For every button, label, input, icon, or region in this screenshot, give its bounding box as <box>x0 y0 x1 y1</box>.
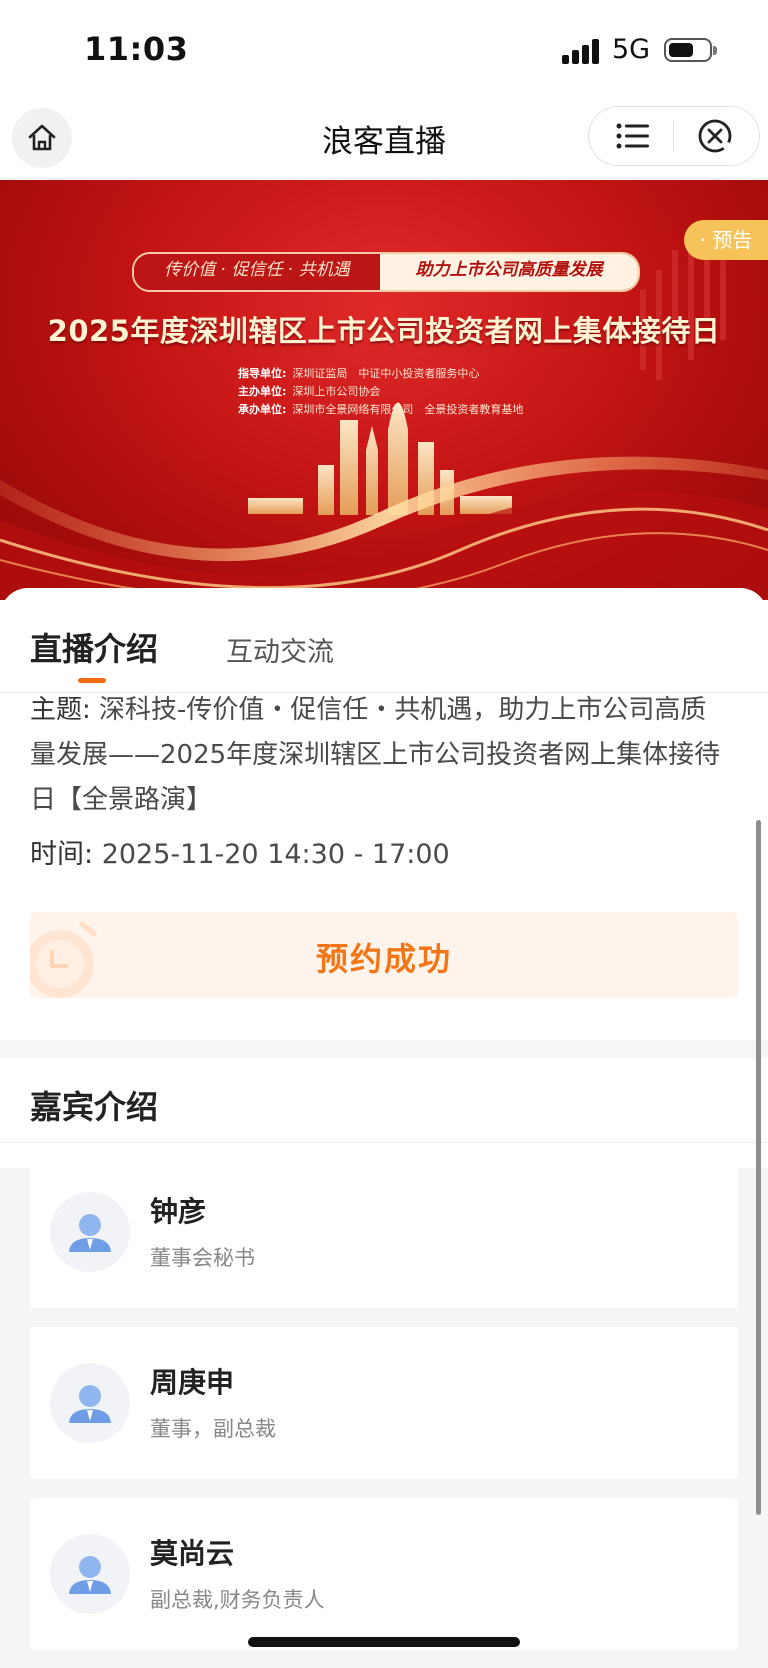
avatar <box>50 1192 130 1272</box>
home-indicator[interactable] <box>248 1637 520 1647</box>
avatar <box>50 1363 130 1443</box>
tab-interaction[interactable]: 互动交流 <box>226 630 334 669</box>
close-circle-icon <box>698 119 732 153</box>
guest-card[interactable]: 莫尚云 副总裁,财务负责人 <box>30 1498 738 1650</box>
active-tab-indicator <box>78 678 106 683</box>
signal-icon <box>562 38 602 64</box>
status-bar: 11:03 5G <box>0 0 768 100</box>
time-label: 时间: <box>30 839 94 870</box>
mini-program-capsule <box>588 106 760 166</box>
battery-icon <box>664 38 712 62</box>
event-time: 时间: 2025-11-20 14:30 - 17:00 <box>30 832 450 871</box>
guest-name: 莫尚云 <box>150 1537 235 1570</box>
list-menu-icon <box>616 123 649 149</box>
person-icon <box>69 1556 111 1594</box>
slogan-left: 传价值 · 促信任 · 共机遇 <box>134 254 380 290</box>
nav-bar: 浪客直播 <box>0 100 768 179</box>
guest-name: 周庚申 <box>150 1366 235 1399</box>
reservation-status-label: 预约成功 <box>315 940 452 978</box>
org-line-host: 主办单位: 深圳上市公司协会 <box>238 385 381 398</box>
person-icon <box>69 1214 111 1252</box>
person-icon <box>69 1385 111 1423</box>
tab-live-intro[interactable]: 直播介绍 <box>30 624 158 670</box>
org-line-organizer: 承办单位: 深圳市全景网络有限公司 全景投资者教育基地 <box>238 403 524 416</box>
content-card: 直播介绍 互动交流 主题: 深科技-传价值・促信任・共机遇，助力上市公司高质量发… <box>0 588 768 1668</box>
scrollbar[interactable] <box>756 820 761 1515</box>
org-line-guide: 指导单位: 深圳证监局 中证中小投资者服务中心 <box>238 367 480 380</box>
organizer-info: 指导单位: 深圳证监局 中证中小投资者服务中心 主办单位: 深圳上市公司协会 承办单… <box>238 365 523 419</box>
guest-list: 钟彦 董事会秘书 周庚申 董事，副总裁 莫尚云 副总裁,财务负责人 <box>0 1156 768 1668</box>
close-button[interactable] <box>697 118 733 154</box>
guest-section-title: 嘉宾介绍 <box>30 1088 159 1126</box>
banner-headline: 2025年度深圳辖区上市公司投资者网上集体接待日 <box>47 314 721 348</box>
slogan-right: 助力上市公司高质量发展 <box>380 254 638 290</box>
topic-label: 主题: <box>30 695 91 725</box>
event-banner[interactable]: · 预告 传价值 · 促信任 · 共机遇 助力上市公司高质量发展 2025年度深… <box>0 180 768 600</box>
time-value: 2025-11-20 14:30 - 17:00 <box>101 839 450 870</box>
topic-text: 深科技-传价值・促信任・共机遇，助力上市公司高质量发展——2025年度深圳辖区上… <box>30 695 721 815</box>
preview-badge: · 预告 <box>684 220 768 260</box>
guest-role: 副总裁,财务负责人 <box>150 1588 325 1612</box>
guest-role: 董事，副总裁 <box>150 1417 276 1441</box>
guest-card[interactable]: 钟彦 董事会秘书 <box>30 1156 738 1308</box>
section-separator <box>0 1040 768 1058</box>
guest-card[interactable]: 周庚申 董事，副总裁 <box>30 1327 738 1479</box>
avatar <box>50 1534 130 1614</box>
event-topic: 主题: 深科技-传价值・促信任・共机遇，助力上市公司高质量发展——2025年度深… <box>30 688 730 823</box>
guest-name: 钟彦 <box>150 1195 207 1228</box>
tab-bar: 直播介绍 互动交流 <box>0 588 768 693</box>
guest-role: 董事会秘书 <box>150 1246 255 1270</box>
menu-button[interactable] <box>615 121 651 151</box>
banner-slogan: 传价值 · 促信任 · 共机遇 助力上市公司高质量发展 <box>132 252 640 292</box>
status-time: 11:03 <box>84 30 189 68</box>
network-label: 5G <box>612 34 651 65</box>
reservation-status-button[interactable]: 预约成功 <box>30 912 738 998</box>
